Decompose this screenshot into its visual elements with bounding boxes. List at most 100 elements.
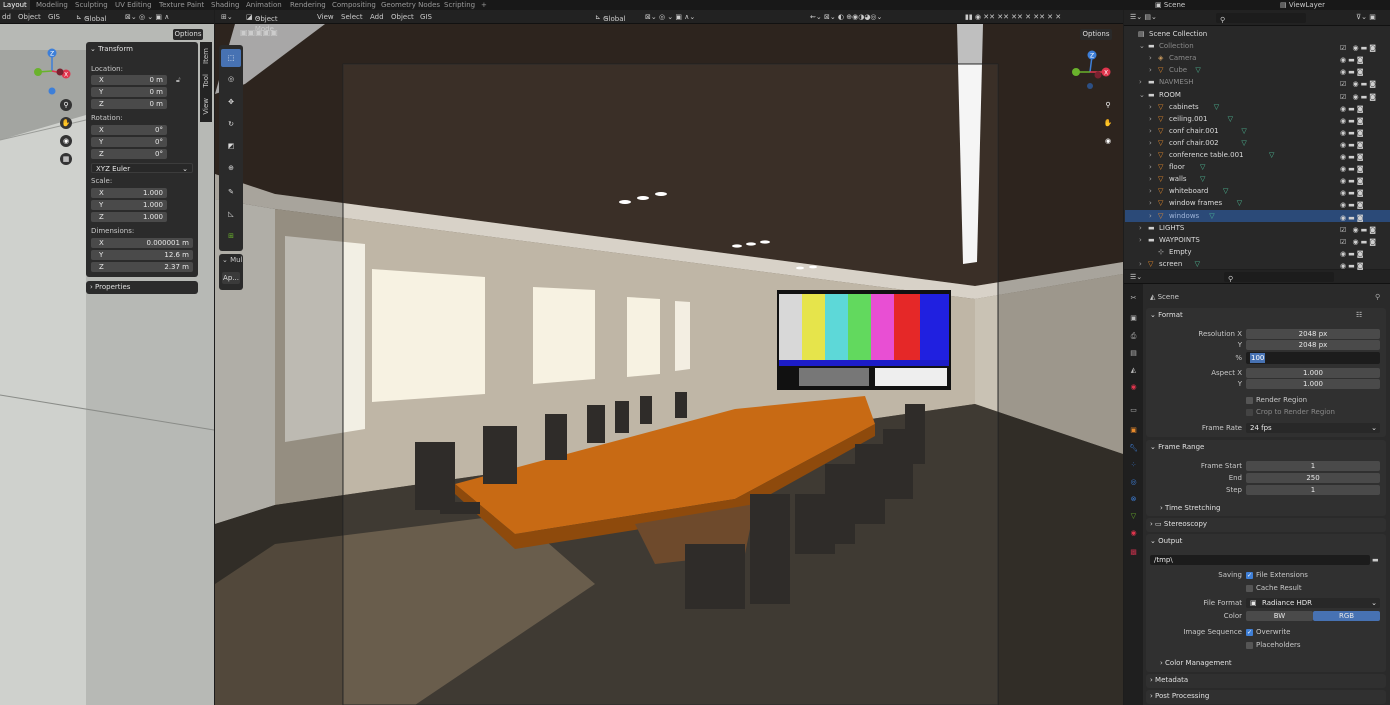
add-menu-main[interactable]: Add [370,12,384,22]
tab-modeling[interactable]: Modeling [36,0,68,10]
constraints-tab-icon[interactable]: ⊗ [1129,495,1138,504]
mode-dropdown[interactable]: ◪ Object Mode ⌄ [246,12,278,33]
tab-item[interactable]: Item [201,48,211,64]
navigation-gizmo[interactable]: Z X [30,46,74,96]
add-workspace-button[interactable]: + [481,0,487,10]
mesh-data-icon[interactable]: ▽ [1237,197,1242,209]
outliner-row[interactable]: › ▽ floor ▽ ◉▬◙ [1125,161,1390,173]
tab-uv-editing[interactable]: UV Editing [115,0,152,10]
main-pan-hand-icon[interactable]: ✋ [1102,117,1114,129]
main-zoom-icon[interactable]: ⚲ [1102,99,1114,111]
resolution-y-field[interactable]: 2048 px [1246,340,1380,350]
aspect-x-field[interactable]: 1.000 [1246,368,1380,378]
tool-tab-icon[interactable]: ✂ [1129,294,1138,303]
outliner-row[interactable]: › ▬ LIGHTS ☑ ◉▬◙ [1125,222,1390,234]
rotation-y-field[interactable]: Y 0° [91,137,167,147]
particles-tab-icon[interactable]: ⁘ [1129,461,1138,470]
visibility-toggle-icons[interactable]: ◉▬◙ [1340,260,1384,270]
main-camera-icon[interactable]: ◉ [1102,135,1114,147]
mesh-data-icon[interactable]: ▽ [1241,125,1246,137]
visibility-toggle-icons[interactable]: ☑ ◉▬◙ [1340,42,1384,52]
gis-menu[interactable]: GIS [48,12,60,22]
outliner-row[interactable]: ⌄ ▬ ROOM ☑ ◉▬◙ [1125,89,1390,101]
cursor-icon[interactable]: ◎ [221,70,241,88]
outliner-row[interactable]: › ▽ walls ▽ ◉▬◙ [1125,173,1390,185]
properties-search-input[interactable]: ⚲ [1224,272,1334,283]
measure-icon[interactable]: ◺ [221,205,241,223]
frame-end-field[interactable]: 250 [1246,473,1380,483]
scale-y-field[interactable]: Y 1.000 [91,200,167,210]
zoom-icon[interactable]: ⚲ [60,99,72,111]
visibility-toggle-icons[interactable]: ☑ ◉▬◙ [1340,91,1384,101]
world-tab-icon[interactable]: ◉ [1129,383,1138,392]
expand-arrow-icon[interactable]: › [1149,137,1152,149]
transform-icon[interactable]: ⊕ [221,159,241,177]
outliner-row[interactable]: › ▽ windows ▽ ◉▬◙ [1125,209,1390,222]
outliner-row[interactable]: ⌄ ▬ Collection ☑ ◉▬◙ [1125,40,1390,52]
expand-arrow-icon[interactable]: › [1149,197,1152,209]
mesh-data-icon[interactable]: ▽ [1195,64,1200,76]
mesh-data-icon[interactable]: ▽ [1195,258,1200,270]
visibility-toggle-icons[interactable]: ◉▬◙ [1340,66,1384,76]
outliner-row[interactable]: › ▬ NAVMESH ☑ ◉▬◙ [1125,76,1390,88]
crop-checkbox[interactable] [1246,409,1253,416]
outliner-row[interactable]: › ▽ conference table.001 ▽ ◉▬◙ [1125,149,1390,161]
aspect-y-field[interactable]: 1.000 [1246,379,1380,389]
mesh-data-icon[interactable]: ▽ [1223,185,1228,197]
expand-arrow-icon[interactable]: › [1149,149,1152,161]
file-format-dropdown[interactable]: ▣ Radiance HDR ⌄ [1246,598,1380,608]
location-x-field[interactable]: X 0 m [91,75,167,85]
overlay-icons[interactable]: ▮▮ ◉ ✕✕ ✕✕ ✕✕ ✕ ✕✕ ✕ ✕ [965,12,1061,22]
folder-icon[interactable]: ▬ [1372,555,1379,565]
mesh-data-icon[interactable]: ▽ [1200,161,1205,173]
outliner-row[interactable]: › ▽ Cube ▽ ◉▬◙ [1125,64,1390,76]
material-tab-icon[interactable]: ◉ [1129,529,1138,538]
render-region-checkbox[interactable] [1246,397,1253,404]
visibility-toggle-icons[interactable]: ☑ ◉▬◙ [1340,236,1384,246]
rotation-mode-dropdown[interactable]: XYZ Euler ⌄ [91,163,193,173]
main-options-button[interactable]: Options [1080,29,1112,40]
left-options-button[interactable]: Options [173,29,203,40]
visibility-toggle-icons[interactable]: ☑ ◉▬◙ [1340,224,1384,234]
scene-selector[interactable]: ▣ Scene [1155,0,1185,10]
visibility-toggle-icons[interactable]: ◉▬◙ [1340,103,1384,113]
collection-tab-icon[interactable]: ▭ [1129,406,1138,415]
visibility-toggle-icons[interactable]: ◉▬◙ [1340,163,1384,173]
orientation-dropdown-main[interactable]: ⊾ Global ⌄ [595,12,625,23]
camera-view-icon[interactable]: ◉ [60,135,72,147]
outliner-row[interactable]: › ▽ whiteboard ▽ ◉▬◙ [1125,185,1390,197]
outliner-row[interactable]: › ◈ Camera ◉▬◙ [1125,52,1390,64]
format-header[interactable]: ⌄ Format [1150,310,1183,321]
expand-arrow-icon[interactable]: › [1139,258,1142,270]
output-header[interactable]: ⌄ Output [1150,536,1182,547]
mesh-data-icon[interactable]: ▽ [1214,101,1219,113]
modifier-tab-icon[interactable]: 🔧︎ [1129,444,1138,453]
visibility-icons[interactable]: ⇜⌄ ⊠⌄ ◐ ⊕◉◑◕◎⌄ [810,12,882,22]
object-tab-icon[interactable]: ▣ [1129,426,1138,435]
tab-view[interactable]: View [201,98,211,115]
gis-menu-main[interactable]: GIS [420,12,432,22]
main-navigation-gizmo[interactable]: Z X [1068,48,1116,94]
pin-icon[interactable]: ⚲ [1375,292,1380,302]
outliner-row[interactable]: › ▽ screen ▽ ◉▬◙ [1125,258,1390,270]
orientation-dropdown[interactable]: ⊾ Global ⌄ [76,12,106,23]
expand-arrow-icon[interactable]: › [1149,113,1152,125]
tab-tool[interactable]: Tool [201,74,211,88]
filter-icon[interactable]: ⊽⌄ ▣ [1356,12,1376,22]
placeholders-checkbox[interactable] [1246,642,1253,649]
add-menu[interactable]: dd [2,12,11,22]
frame-range-header[interactable]: ⌄ Frame Range [1150,442,1204,453]
expand-arrow-icon[interactable]: › [1149,210,1152,222]
viewlayer-tab-icon[interactable]: ▤ [1129,349,1138,358]
location-z-field[interactable]: Z 0 m [91,99,167,109]
object-menu[interactable]: Object [18,12,41,22]
mesh-data-icon[interactable]: ▽ [1209,210,1214,222]
expand-arrow-icon[interactable]: › [1149,185,1152,197]
time-stretching-subpanel[interactable]: › Time Stretching [1160,503,1220,514]
visibility-toggle-icons[interactable]: ◉▬◙ [1340,54,1384,64]
dimensions-z-field[interactable]: Z 2.37 m [91,262,193,272]
tab-sculpting[interactable]: Sculpting [75,0,108,10]
mesh-data-icon[interactable]: ▽ [1228,113,1233,125]
outliner-row[interactable]: › ▽ conf chair.002 ▽ ◉▬◙ [1125,137,1390,149]
visibility-toggle-icons[interactable]: ◉▬◙ [1340,127,1384,137]
